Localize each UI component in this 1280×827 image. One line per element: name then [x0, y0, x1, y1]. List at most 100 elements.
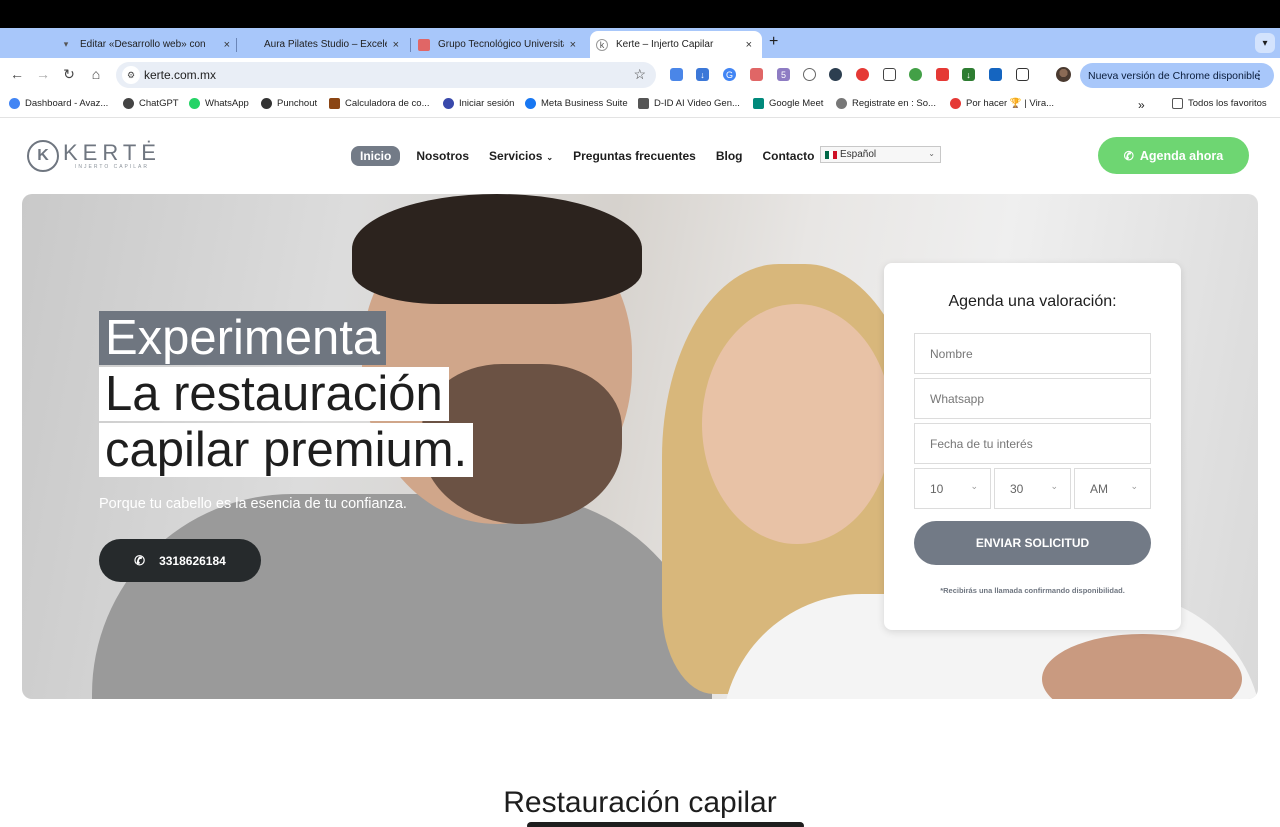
- extension-icon[interactable]: [670, 68, 683, 81]
- browser-tab-1[interactable]: ▾ Editar «Desarrollo web» con ×: [60, 31, 240, 58]
- language-select[interactable]: Español ⌄: [820, 146, 941, 163]
- extension-icon[interactable]: [856, 68, 869, 81]
- bookmark-item[interactable]: ChatGPT: [123, 98, 179, 109]
- main-nav: Inicio Nosotros Servicios ⌄ Preguntas fre…: [351, 146, 845, 166]
- agenda-ahora-button[interactable]: ✆ Agenda ahora: [1098, 137, 1249, 174]
- tab-separator: [410, 38, 411, 52]
- back-arrow-icon[interactable]: ←: [8, 66, 26, 82]
- hero-subtitle: Porque tu cabello es la esencia de tu co…: [99, 496, 407, 512]
- login-icon: [443, 98, 454, 109]
- extension-icon[interactable]: [829, 68, 842, 81]
- browser-toolbar: ← → ↻ ⌂ ⚙ kerte.com.mx ☆ ↓ G 5 ↓ Nueva v…: [0, 58, 1280, 92]
- form-title: Agenda una valoración:: [948, 293, 1117, 310]
- reload-icon[interactable]: ↻: [60, 66, 78, 83]
- bookmark-item[interactable]: Registrate en : So...: [836, 98, 936, 109]
- profile-avatar[interactable]: [1056, 67, 1071, 82]
- chevron-down-icon: ⌄: [928, 149, 935, 158]
- site-header: K KERTĖ INJERTO CAPILAR Inicio Nosotros …: [0, 118, 1280, 194]
- nav-item-contacto[interactable]: Contacto⌄: [762, 149, 825, 163]
- date-input[interactable]: Fecha de tu interés: [914, 423, 1151, 464]
- close-tab-icon[interactable]: ×: [393, 39, 399, 51]
- forward-arrow-icon[interactable]: →: [34, 66, 52, 82]
- university-icon: [418, 38, 430, 51]
- bookmark-item[interactable]: WhatsApp: [189, 98, 249, 109]
- bookmark-star-icon[interactable]: ☆: [633, 66, 646, 83]
- bookmark-item[interactable]: Punchout: [261, 98, 317, 109]
- did-icon: [638, 98, 649, 109]
- bookmarks-bar: Dashboard - Avaz... ChatGPT WhatsApp Pun…: [0, 92, 1280, 118]
- download-extension-icon[interactable]: ↓: [696, 68, 709, 81]
- bookmark-item[interactable]: D-ID AI Video Gen...: [638, 98, 740, 109]
- mexico-flag-icon: [825, 150, 837, 159]
- whatsapp-phone-button[interactable]: ✆ 3318626184: [99, 539, 261, 582]
- extension-badge-icon[interactable]: 5: [777, 68, 790, 81]
- url-text[interactable]: kerte.com.mx: [144, 68, 216, 82]
- home-icon[interactable]: ⌂: [87, 66, 105, 82]
- address-bar[interactable]: ⚙ kerte.com.mx ☆: [116, 62, 656, 88]
- section-title-underline: [527, 822, 804, 827]
- chevron-down-icon: ⌄: [1130, 481, 1138, 491]
- cloud-extension-icon[interactable]: [803, 68, 816, 81]
- browser-tab-2[interactable]: Aura Pilates Studio – Excelen ×: [244, 31, 409, 58]
- bookmarks-overflow-icon[interactable]: »: [1138, 98, 1145, 112]
- browser-tab-3[interactable]: Grupo Tecnológico Universita ×: [418, 31, 586, 58]
- bookmark-item[interactable]: Meta Business Suite: [525, 98, 628, 109]
- chatgpt-icon: [123, 98, 134, 109]
- logo-tagline: INJERTO CAPILAR: [75, 164, 149, 170]
- extension-icon[interactable]: [750, 68, 763, 81]
- browser-tab-bar: ▾ Editar «Desarrollo web» con × Aura Pil…: [0, 28, 1280, 58]
- all-bookmarks[interactable]: Todos los favoritos: [1172, 98, 1267, 109]
- tab-search-chevron-icon[interactable]: ▾: [1255, 33, 1275, 53]
- chrome-update-button[interactable]: Nueva versión de Chrome disponible ⋮: [1080, 63, 1274, 88]
- whatsapp-input[interactable]: Whatsapp: [914, 378, 1151, 419]
- kerte-logo[interactable]: K KERTĖ INJERTO CAPILAR: [27, 140, 161, 172]
- submit-button[interactable]: ENVIAR SOLICITUD: [914, 521, 1151, 565]
- extension-icon[interactable]: [909, 68, 922, 81]
- screen-top-strip: [0, 0, 1280, 28]
- browser-tab-4-active[interactable]: k Kerte – Injerto Capilar ×: [590, 31, 762, 58]
- punchout-icon: [261, 98, 272, 109]
- nav-item-inicio[interactable]: Inicio: [351, 146, 401, 166]
- meta-icon: [525, 98, 536, 109]
- chevron-down-icon: ⌄: [546, 153, 554, 162]
- new-tab-button[interactable]: +: [769, 33, 778, 51]
- hero-headline-line-3: capilar premium.: [99, 423, 474, 477]
- bookmark-item[interactable]: Calculadora de co...: [329, 98, 430, 109]
- chevron-down-icon: ⌄: [970, 481, 978, 491]
- extension-icon[interactable]: [936, 68, 949, 81]
- extension-icon[interactable]: [989, 68, 1002, 81]
- nav-item-blog[interactable]: Blog: [716, 149, 743, 163]
- bookmark-item[interactable]: Por hacer 🏆 | Vira...: [950, 98, 1054, 109]
- nav-item-nosotros[interactable]: Nosotros: [416, 149, 469, 163]
- bookmark-item[interactable]: Dashboard - Avaz...: [9, 98, 108, 109]
- google-extension-icon[interactable]: G: [723, 68, 736, 81]
- form-note: *Recibirás una llamada confirmando dispo…: [940, 586, 1125, 595]
- puzzle-extensions-icon[interactable]: [1016, 68, 1029, 81]
- whatsapp-icon: ✆: [134, 552, 146, 568]
- bookmark-favicon-icon: [9, 98, 20, 109]
- download-arrow-extension-icon[interactable]: ↓: [962, 68, 975, 81]
- hour-select[interactable]: 10 ⌄: [914, 468, 991, 509]
- whatsapp-icon: ✆: [1123, 148, 1134, 163]
- tab-separator: [236, 38, 237, 52]
- bookmark-item[interactable]: Google Meet: [753, 98, 823, 109]
- kerte-favicon-icon: k: [596, 38, 608, 51]
- ampm-select[interactable]: AM ⌄: [1074, 468, 1151, 509]
- close-tab-icon[interactable]: ×: [746, 39, 752, 51]
- google-meet-icon: [753, 98, 764, 109]
- bookmark-item[interactable]: Iniciar sesión: [443, 98, 514, 109]
- hero-photo-man-hair: [352, 194, 642, 304]
- kebab-menu-icon[interactable]: ⋮: [1253, 68, 1265, 82]
- site-info-icon[interactable]: ⚙: [122, 66, 140, 84]
- section-title: Restauración capilar: [503, 786, 777, 819]
- whatsapp-icon: [189, 98, 200, 109]
- nav-item-servicios[interactable]: Servicios ⌄: [489, 149, 553, 163]
- cast-extension-icon[interactable]: [883, 68, 896, 81]
- close-tab-icon[interactable]: ×: [570, 39, 576, 51]
- minute-select[interactable]: 30 ⌄: [994, 468, 1071, 509]
- close-tab-icon[interactable]: ×: [224, 39, 230, 51]
- site-icon: [244, 39, 256, 51]
- name-input[interactable]: Nombre: [914, 333, 1151, 374]
- nav-item-preguntas-frecuentes[interactable]: Preguntas frecuentes: [573, 149, 696, 163]
- hero-headline-line-1: Experimenta: [99, 311, 387, 365]
